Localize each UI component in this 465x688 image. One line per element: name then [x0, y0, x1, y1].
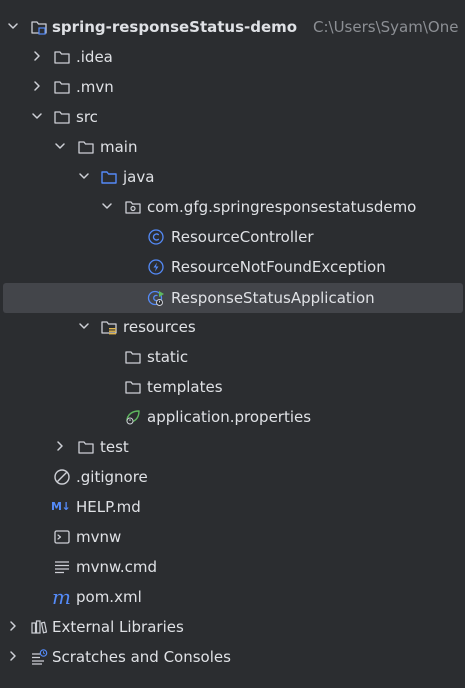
- tree-row-gitignore[interactable]: .gitignore: [0, 462, 465, 492]
- tree-row-java[interactable]: java: [0, 162, 465, 192]
- item-label: src: [76, 108, 98, 126]
- tree-row-resource-controller[interactable]: ResourceController: [0, 222, 465, 252]
- tree-row-help-md[interactable]: M↓ HELP.md: [0, 492, 465, 522]
- text-file-icon: [53, 552, 71, 582]
- tree-row-package[interactable]: com.gfg.springresponsestatusdemo: [0, 192, 465, 222]
- library-icon: [30, 612, 48, 642]
- item-label: .mvn: [76, 78, 114, 96]
- markdown-icon: M↓: [51, 500, 71, 513]
- chevron-right-icon[interactable]: [6, 642, 22, 672]
- item-label: application.properties: [147, 408, 312, 426]
- spring-boot-app-icon: [147, 283, 165, 313]
- item-label: static: [147, 348, 189, 366]
- item-label: ResourceController: [171, 228, 314, 246]
- tree-row-response-status-application[interactable]: ResponseStatusApplication: [3, 283, 463, 313]
- tree-row-src[interactable]: src: [0, 102, 465, 132]
- item-label: resources: [123, 318, 196, 336]
- chevron-right-icon[interactable]: [30, 42, 46, 72]
- item-label: mvnw.cmd: [76, 558, 158, 576]
- tree-row-mvn[interactable]: .mvn: [0, 72, 465, 102]
- tree-row-mvnw-cmd[interactable]: mvnw.cmd: [0, 552, 465, 582]
- item-label: java: [123, 168, 155, 186]
- chevron-down-icon[interactable]: [77, 312, 93, 342]
- class-icon: [147, 222, 165, 252]
- tree-row-static[interactable]: static: [0, 342, 465, 372]
- tree-row-root[interactable]: spring-responseStatus-demo C:\Users\Syam…: [0, 12, 465, 42]
- folder-icon: [77, 432, 95, 462]
- spring-properties-icon: [124, 402, 142, 432]
- tree-row-external-libraries[interactable]: External Libraries: [0, 612, 465, 642]
- item-label: External Libraries: [52, 618, 184, 636]
- tree-row-main[interactable]: main: [0, 132, 465, 162]
- tree-row-resource-not-found-exception[interactable]: ResourceNotFoundException: [0, 252, 465, 282]
- item-label: main: [100, 138, 138, 156]
- chevron-down-icon[interactable]: [77, 162, 93, 192]
- chevron-right-icon[interactable]: [53, 432, 69, 462]
- root-project-path: C:\Users\Syam\One: [313, 18, 459, 36]
- maven-icon: m: [52, 585, 71, 609]
- root-project-label: spring-responseStatus-demo: [52, 18, 298, 36]
- folder-icon: [53, 72, 71, 102]
- tree-row-templates[interactable]: templates: [0, 372, 465, 402]
- chevron-down-icon[interactable]: [6, 12, 22, 42]
- exception-class-icon: [147, 252, 165, 282]
- ignore-file-icon: [53, 462, 71, 492]
- item-label: pom.xml: [76, 588, 142, 606]
- source-folder-icon: [100, 162, 118, 192]
- folder-icon: [124, 372, 142, 402]
- module-folder-icon: [30, 12, 48, 42]
- item-label: Scratches and Consoles: [52, 648, 231, 666]
- item-label: templates: [147, 378, 223, 396]
- folder-icon: [53, 102, 71, 132]
- item-label: .idea: [76, 48, 113, 66]
- shell-script-icon: [53, 522, 71, 552]
- item-label: com.gfg.springresponsestatusdemo: [147, 198, 417, 216]
- item-label: .gitignore: [76, 468, 148, 486]
- tree-row-application-properties[interactable]: application.properties: [0, 402, 465, 432]
- scratches-icon: [30, 642, 48, 672]
- chevron-right-icon[interactable]: [6, 612, 22, 642]
- resources-folder-icon: [100, 312, 118, 342]
- tree-row-idea[interactable]: .idea: [0, 42, 465, 72]
- chevron-down-icon[interactable]: [100, 192, 116, 222]
- tree-row-scratches-and-consoles[interactable]: Scratches and Consoles: [0, 642, 465, 672]
- folder-icon: [53, 42, 71, 72]
- item-label: test: [100, 438, 129, 456]
- folder-icon: [77, 132, 95, 162]
- tree-row-test[interactable]: test: [0, 432, 465, 462]
- package-icon: [124, 192, 142, 222]
- folder-icon: [124, 342, 142, 372]
- item-label: mvnw: [76, 528, 122, 546]
- tree-row-pom-xml[interactable]: m pom.xml: [0, 582, 465, 612]
- tree-row-resources[interactable]: resources: [0, 312, 465, 342]
- chevron-down-icon[interactable]: [53, 132, 69, 162]
- item-label: ResponseStatusApplication: [171, 289, 375, 307]
- project-tree: spring-responseStatus-demo C:\Users\Syam…: [0, 0, 465, 688]
- item-label: ResourceNotFoundException: [171, 258, 386, 276]
- chevron-right-icon[interactable]: [30, 72, 46, 102]
- chevron-down-icon[interactable]: [30, 102, 46, 132]
- item-label: HELP.md: [76, 498, 141, 516]
- tree-row-mvnw[interactable]: mvnw: [0, 522, 465, 552]
